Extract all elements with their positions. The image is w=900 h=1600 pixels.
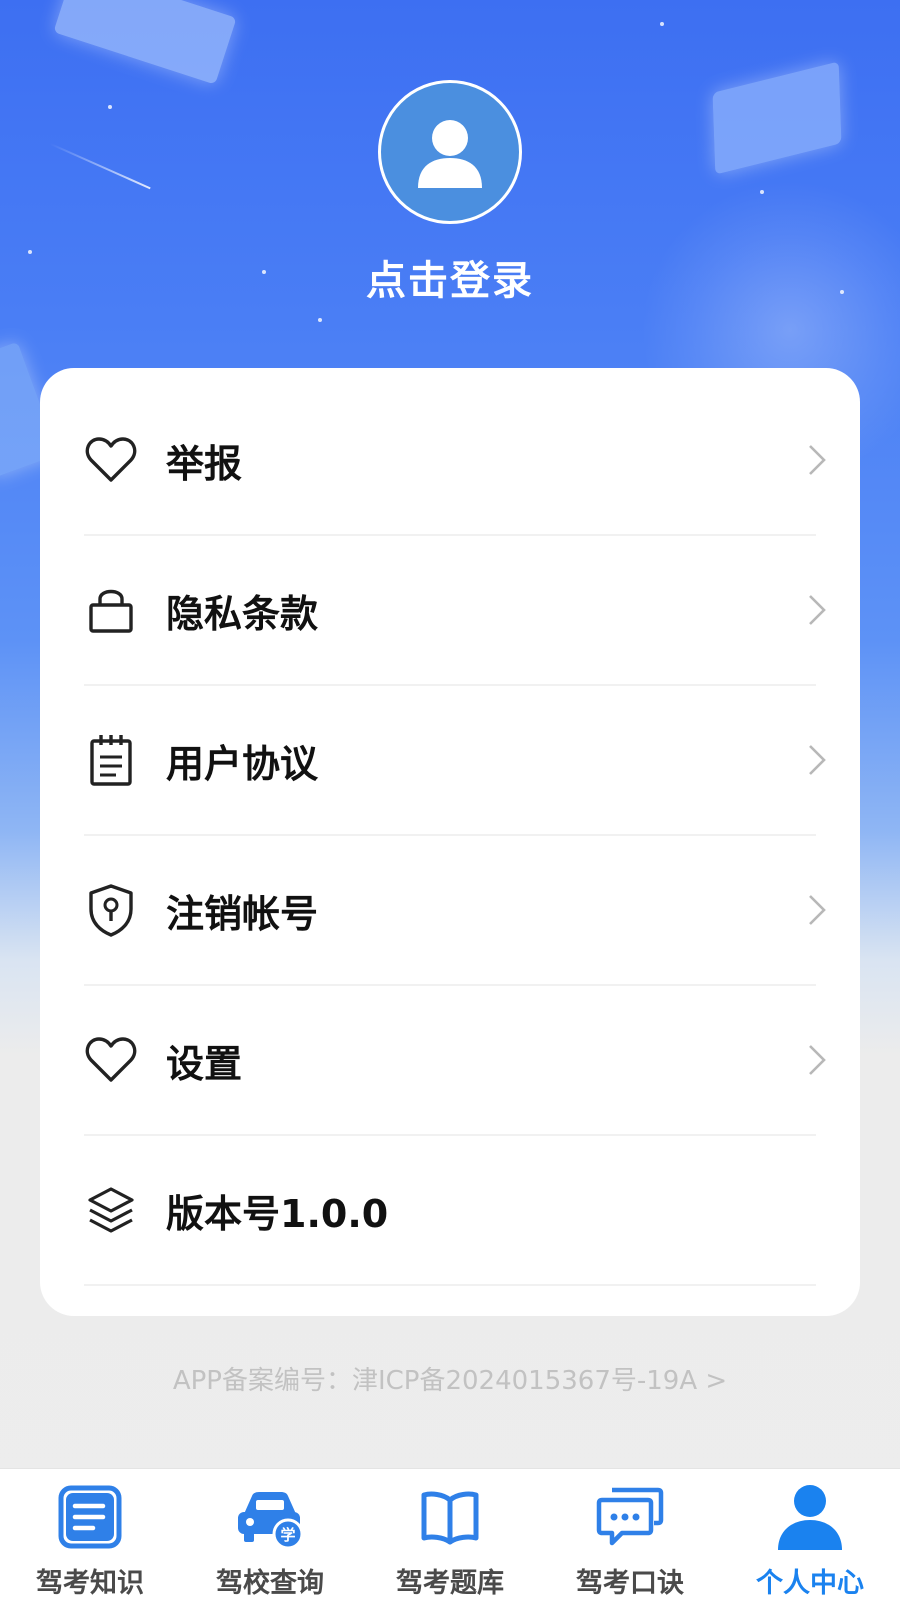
star-decoration [660,22,664,26]
tab-label: 驾考知识 [36,1568,144,1599]
star-decoration [318,318,322,322]
heart-icon [84,433,138,487]
tab-label: 驾考口诀 [576,1568,684,1599]
heart-icon [84,1033,138,1087]
chat-bubbles-icon [590,1479,670,1555]
version-label: 版本号1.0.0 [166,1191,389,1236]
user-avatar-icon [418,120,482,188]
car-school-icon: 学 [230,1479,310,1555]
chevron-right-icon [809,745,826,775]
star-decoration [760,190,764,194]
tab-label: 驾校查询 [216,1568,324,1599]
layers-icon [84,1183,138,1237]
menu-item-privacy[interactable]: 隐私条款 [84,536,826,686]
menu-item-report[interactable]: 举报 [84,386,826,536]
menu-item-label: 举报 [166,441,243,486]
svg-text:学: 学 [280,1526,295,1544]
menu-item-label: 隐私条款 [166,591,319,636]
shooting-star-decoration [49,142,151,190]
icp-record-link[interactable]: APP备案编号：津ICP备2024015367号-19A > [0,1360,900,1397]
tab-question-bank[interactable]: 驾考题库 [360,1469,540,1600]
chevron-right-icon [809,1045,826,1075]
person-icon [770,1479,850,1555]
floating-book-decoration [53,0,237,85]
menu-item-label: 设置 [166,1041,243,1086]
menu-item-user-agreement[interactable]: 用户协议 [84,686,826,836]
menu-item-label: 用户协议 [166,741,319,786]
tab-personal-center[interactable]: 个人中心 [720,1469,900,1600]
menu-item-label: 注销帐号 [166,891,319,936]
avatar[interactable] [378,80,522,224]
menu-item-settings[interactable]: 设置 [84,986,826,1136]
tab-label: 驾考题库 [396,1568,504,1599]
menu-item-version: 版本号1.0.0 [84,1136,816,1286]
document-icon [50,1479,130,1555]
lock-icon [84,583,138,637]
shield-keyhole-icon [84,883,138,937]
tab-school-search[interactable]: 学 驾校查询 [180,1469,360,1600]
bottom-tab-bar: 驾考知识 学 驾校查询 驾考题库 驾考口诀 个人中心 [0,1468,900,1600]
tab-driving-knowledge[interactable]: 驾考知识 [0,1469,180,1600]
book-icon [410,1479,490,1555]
chevron-right-icon [809,445,826,475]
floating-book-decoration [712,61,842,175]
tab-driving-rhymes[interactable]: 驾考口诀 [540,1469,720,1600]
star-decoration [108,105,112,109]
chevron-right-icon [809,595,826,625]
chevron-right-icon [809,895,826,925]
menu-item-delete-account[interactable]: 注销帐号 [84,836,826,986]
notepad-icon [84,733,138,787]
menu-card: 举报 隐私条款 用户协议 注销帐号 设置 版本号1.0.0 [40,368,860,1316]
tab-label: 个人中心 [756,1568,864,1599]
login-prompt[interactable]: 点击登录 [0,248,900,306]
